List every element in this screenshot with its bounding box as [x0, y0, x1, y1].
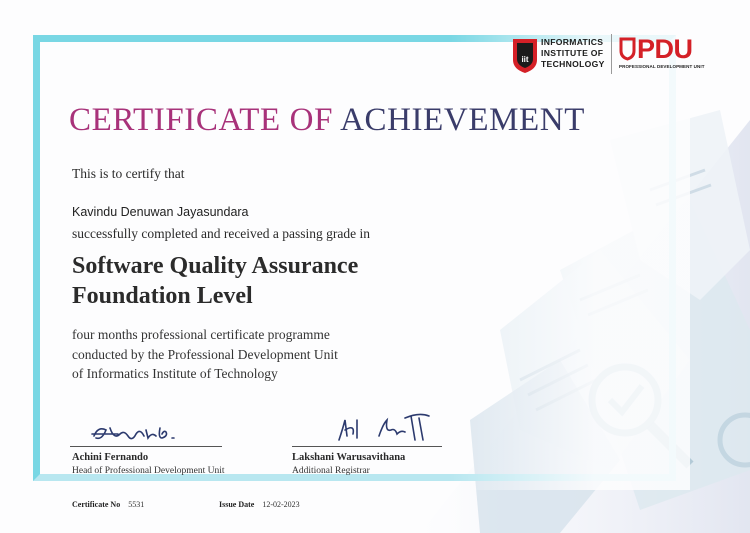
signature-line-2 — [292, 446, 442, 447]
signatory-1-name: Achini Fernando — [72, 452, 149, 463]
course-title: Software Quality Assurance Foundation Le… — [72, 253, 359, 309]
iit-logo-text: INFORMATICS INSTITUTE OF TECHNOLOGY — [541, 37, 605, 69]
title-part-2: ACHIEVEMENT — [340, 102, 585, 138]
iit-emblem-text: iit — [521, 55, 528, 64]
certify-text: This is to certify that — [72, 166, 185, 181]
title-part-1: CERTIFICATE OF — [69, 102, 334, 138]
signatory-2-title: Additional Registrar — [292, 466, 370, 476]
programme-description: four months professional certificate pro… — [72, 327, 338, 381]
pdu-logo: PDU — [637, 34, 693, 64]
pdu-subtitle: PROFESSIONAL DEVELOPMENT UNIT — [619, 64, 705, 69]
certificate: iit INFORMATICS INSTITUTE OF TECHNOLOGY … — [0, 0, 750, 533]
certificate-title: CERTIFICATE OF ACHIEVEMENT — [69, 100, 585, 140]
signatory-2-name: Lakshani Warusavithana — [292, 452, 406, 463]
certificate-number: Certificate No 5531 — [72, 500, 145, 509]
completed-text: successfully completed and received a pa… — [72, 226, 371, 241]
signature-line-1 — [70, 446, 222, 447]
signatory-1-title: Head of Professional Development Unit — [72, 466, 225, 476]
logo-divider — [611, 34, 612, 74]
recipient-name: Kavindu Denuwan Jayasundara — [72, 205, 249, 219]
signature-1 — [91, 427, 175, 440]
pdu-logo-icon — [619, 37, 636, 61]
issue-date: Issue Date 12-02-2023 — [219, 500, 300, 509]
signature-2 — [338, 413, 430, 441]
